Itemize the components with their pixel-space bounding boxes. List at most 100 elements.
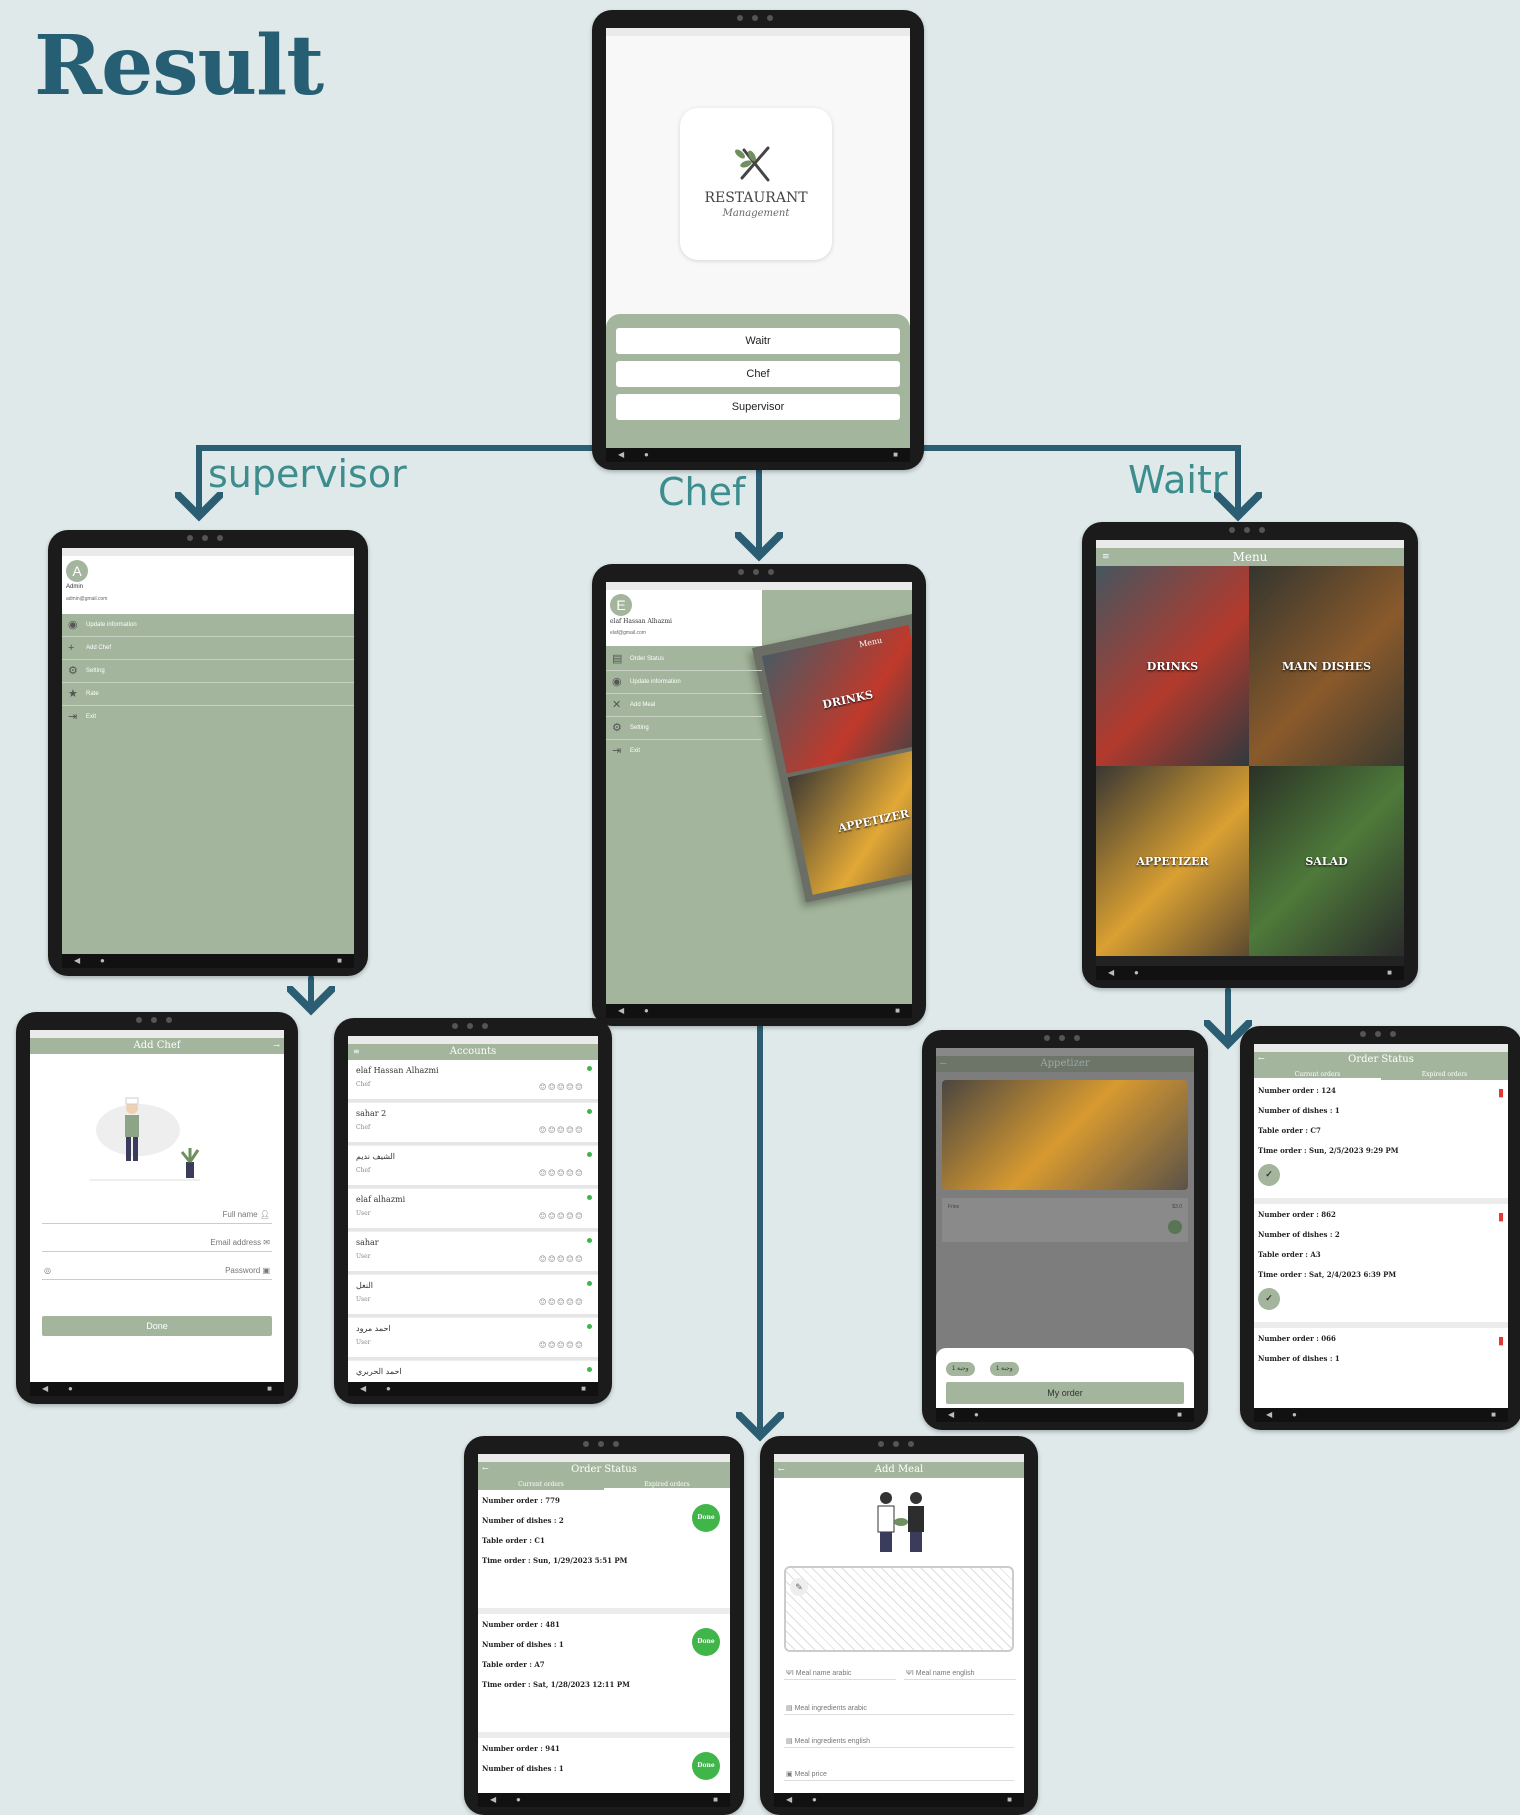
rating-faces-icon[interactable]: ☺☺☺☺☺: [539, 1255, 584, 1265]
account-row[interactable]: sahar 2 Chef ☺☺☺☺☺: [348, 1103, 598, 1145]
star-icon: ★: [68, 688, 78, 700]
account-name: احمد مرود: [356, 1324, 391, 1333]
trash-icon[interactable]: ▮: [1498, 1086, 1504, 1099]
order-status-header: ← Order Status Current orders Expired or…: [1254, 1052, 1508, 1080]
hamburger-icon[interactable]: ≡: [1102, 548, 1110, 566]
tab-expired-orders[interactable]: Expired orders: [604, 1481, 730, 1490]
drawer-header: A Admin admin@gmail.com: [62, 556, 354, 614]
meal-name-english-field[interactable]: ΨΙ Meal name english: [904, 1668, 1016, 1680]
order-card: Number order : 779 Number of dishes : 2 Ta…: [478, 1490, 730, 1614]
waitr-button[interactable]: Waitr: [616, 328, 900, 354]
back-arrow-icon[interactable]: ←: [1258, 1054, 1265, 1063]
hamburger-icon[interactable]: ≡: [353, 1044, 360, 1060]
done-button[interactable]: Done: [692, 1628, 720, 1656]
chef-button[interactable]: Chef: [616, 361, 900, 387]
user-email: elaf@gmail.com: [610, 630, 646, 636]
email-field[interactable]: Email address ✉: [42, 1234, 272, 1252]
tablet-waiter-menu: ≡ Menu DRINKS MAIN DISHES APPETIZER SALA…: [1082, 522, 1418, 988]
list-icon: ▤: [786, 1738, 795, 1745]
order-dishes: Number of dishes : 1: [1258, 1354, 1340, 1363]
meal-name-arabic-field[interactable]: ΨΙ Meal name arabic: [784, 1668, 896, 1680]
done-button[interactable]: Done: [692, 1504, 720, 1532]
back-arrow-icon[interactable]: ←: [940, 1056, 947, 1072]
meal-ingredients-english-field[interactable]: ▤ Meal ingredients english: [784, 1735, 1014, 1748]
label-waitr: Waitr: [1128, 458, 1228, 502]
rating-faces-icon[interactable]: ☺☺☺☺☺: [539, 1212, 584, 1222]
order-number: Number order : 481: [482, 1620, 560, 1629]
rating-faces-icon[interactable]: ☺☺☺☺☺: [539, 1298, 584, 1308]
done-button[interactable]: Done: [42, 1316, 272, 1336]
edit-pencil-icon[interactable]: ✎: [790, 1578, 808, 1596]
account-row[interactable]: احمد مرود User ☺☺☺☺☺: [348, 1318, 598, 1360]
order-number: Number order : 066: [1258, 1334, 1336, 1343]
drawer-item-add-chef[interactable]: + Add Chef: [62, 637, 354, 660]
orders-list: Number order : 779 Number of dishes : 2 Ta…: [478, 1490, 730, 1793]
tablet-chef-order-status: ← Order Status Current orders Expired or…: [464, 1436, 744, 1815]
account-name: elaf alhazmi: [356, 1195, 406, 1204]
menu-header: ≡ Menu: [1096, 548, 1404, 566]
back-arrow-icon[interactable]: ←: [778, 1462, 785, 1478]
back-arrow-icon[interactable]: ←: [482, 1464, 489, 1473]
eye-off-icon[interactable]: ◎: [44, 1266, 51, 1275]
accounts-header: ≡ Accounts: [348, 1044, 598, 1060]
check-icon[interactable]: ✓: [1258, 1288, 1280, 1310]
supervisor-button[interactable]: Supervisor: [616, 394, 900, 420]
drawer-item-add-meal[interactable]: ✕ Add Meal: [606, 694, 762, 717]
order-chip[interactable]: 1 وجبة: [990, 1362, 1019, 1376]
order-table: Table order : A3: [1258, 1250, 1321, 1259]
online-status-icon: [587, 1238, 592, 1243]
full-name-field[interactable]: Full name 👤︎: [42, 1206, 272, 1224]
account-row[interactable]: elaf alhazmi User ☺☺☺☺☺: [348, 1189, 598, 1231]
rating-faces-icon[interactable]: ☺☺☺☺☺: [539, 1341, 584, 1351]
tab-expired-orders[interactable]: Expired orders: [1381, 1071, 1508, 1078]
rating-faces-icon[interactable]: ☺☺☺☺☺: [539, 1169, 584, 1179]
account-row[interactable]: elaf Hassan Alhazmi Chef ☺☺☺☺☺: [348, 1060, 598, 1102]
account-row[interactable]: الشيف نديم Chef ☺☺☺☺☺: [348, 1146, 598, 1188]
list-icon: ▤: [786, 1705, 795, 1712]
category-appetizer[interactable]: APPETIZER: [1096, 766, 1249, 956]
tab-current-orders[interactable]: Current orders: [1254, 1071, 1381, 1080]
drawer-item-exit[interactable]: ⇥ Exit: [62, 706, 354, 729]
my-order-button[interactable]: My order: [946, 1382, 1184, 1404]
rating-faces-icon[interactable]: ☺☺☺☺☺: [539, 1083, 584, 1093]
drawer-item-rate[interactable]: ★ Rate: [62, 683, 354, 706]
account-row[interactable]: احمد الحربري☺☺☺☺☺: [348, 1361, 598, 1382]
mail-icon: ✉: [263, 1238, 270, 1247]
accounts-title: Accounts: [449, 1046, 497, 1057]
forward-arrow-icon[interactable]: →: [273, 1038, 280, 1054]
tab-current-orders[interactable]: Current orders: [478, 1481, 604, 1488]
category-main-dishes[interactable]: MAIN DISHES: [1249, 566, 1404, 766]
category-drinks[interactable]: DRINKS: [1096, 566, 1249, 766]
meal-ingredients-arabic-field[interactable]: ▤ Meal ingredients arabic: [784, 1702, 1014, 1715]
drawer-item-setting[interactable]: ⚙ Setting: [606, 717, 762, 740]
trash-icon[interactable]: ▮: [1498, 1210, 1504, 1223]
check-icon[interactable]: ✓: [1258, 1164, 1280, 1186]
user-name: elaf Hassan Alhazmi: [610, 618, 672, 625]
meal-image-picker[interactable]: ✎: [784, 1566, 1014, 1652]
utensils-icon: ✕: [612, 699, 622, 711]
meal-card[interactable]: Fries $3.0: [942, 1198, 1188, 1242]
add-cart-icon[interactable]: [1168, 1220, 1182, 1234]
rating-faces-icon[interactable]: ☺☺☺☺☺: [539, 1126, 584, 1136]
meal-price-field[interactable]: ▣ Meal price: [784, 1768, 1014, 1781]
drawer-item-update[interactable]: ◉ Update information: [62, 614, 354, 637]
online-status-icon: [587, 1152, 592, 1157]
account-row[interactable]: sahar User ☺☺☺☺☺: [348, 1232, 598, 1274]
password-field[interactable]: ◎ Password ▣: [42, 1262, 272, 1280]
drawer-item-exit[interactable]: ⇥ Exit: [606, 740, 762, 763]
drawer-item-order-status[interactable]: ▤ Order Status: [606, 648, 762, 671]
lock-icon: ▣: [262, 1266, 270, 1275]
order-chip[interactable]: 1 وجبة: [946, 1362, 975, 1376]
category-salad[interactable]: SALAD: [1249, 766, 1404, 956]
done-button[interactable]: Done: [692, 1752, 720, 1780]
meal-price: $3.0: [1172, 1204, 1182, 1210]
drawer-item-setting[interactable]: ⚙ Setting: [62, 660, 354, 683]
order-table: Table order : A7: [482, 1660, 545, 1669]
order-table: Table order : C7: [1258, 1126, 1321, 1135]
logo-title: RESTAURANT: [704, 190, 808, 206]
account-row[interactable]: النغل User ☺☺☺☺☺: [348, 1275, 598, 1317]
appetizer-header: ← Appetizer: [936, 1056, 1194, 1072]
tablet-appetizer: ← Appetizer Fries $3.0 1 وجبة 1 وجبة My …: [922, 1030, 1208, 1430]
drawer-item-update[interactable]: ◉ Update information: [606, 671, 762, 694]
trash-icon[interactable]: ▮: [1498, 1334, 1504, 1347]
